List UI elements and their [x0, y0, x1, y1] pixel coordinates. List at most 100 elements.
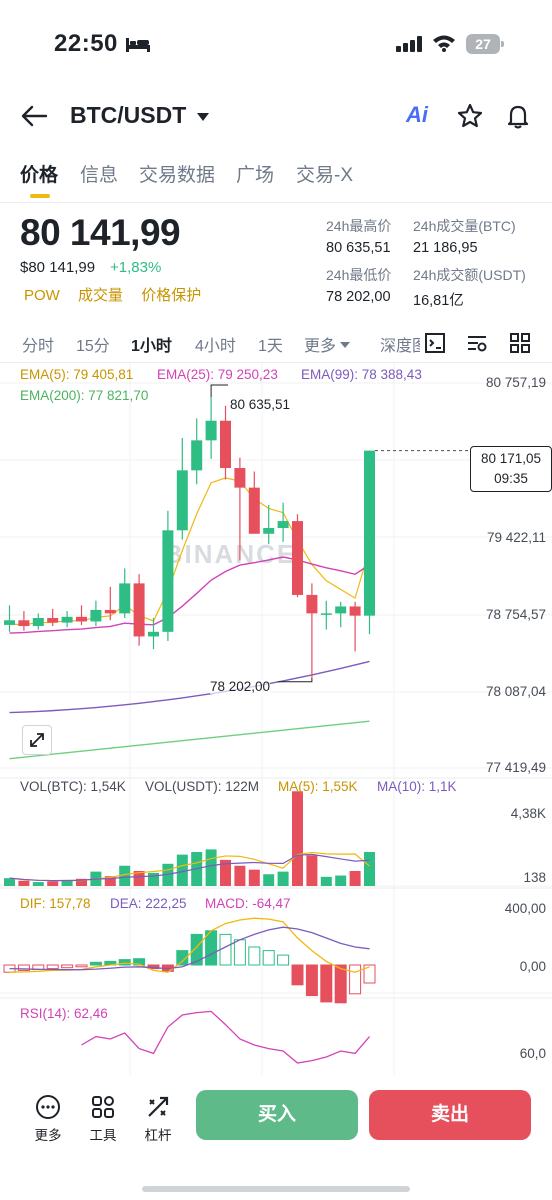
- expand-chart-button[interactable]: [22, 725, 52, 755]
- interval-timeline[interactable]: 分时: [22, 332, 54, 356]
- macd-bar: [219, 933, 232, 966]
- volume-bar: [234, 865, 246, 886]
- tag-pow[interactable]: POW: [24, 287, 60, 304]
- price-axis-tick: 78 754,57: [485, 607, 546, 622]
- buy-button[interactable]: 买入: [196, 1090, 358, 1140]
- volume-axis-tick: 4,38K: [510, 806, 546, 821]
- candle-body: [335, 606, 347, 614]
- tab-square[interactable]: 广场: [236, 160, 274, 187]
- rsi-axis-tick: 60,0: [519, 1046, 546, 1061]
- last-price: 80 141,99: [20, 212, 181, 253]
- price-axis-tick: 79 422,11: [486, 530, 546, 545]
- candle-body: [133, 583, 145, 637]
- pair-dropdown-caret-icon[interactable]: [196, 112, 210, 122]
- favorite-star-icon[interactable]: [456, 102, 484, 130]
- volume-bar: [148, 872, 159, 886]
- tag-volume[interactable]: 成交量: [78, 287, 123, 304]
- cellular-signal-icon: [396, 36, 422, 52]
- price-axis-tick: 80 757,19: [485, 375, 546, 390]
- leverage-icon: [148, 1096, 169, 1117]
- interval-1h[interactable]: 1小时: [131, 332, 172, 356]
- candle-body: [148, 631, 159, 637]
- interval-more[interactable]: 更多: [304, 332, 351, 356]
- layout-grid-icon[interactable]: [509, 332, 531, 354]
- notification-bell-icon[interactable]: [504, 102, 532, 130]
- tag-price-protection[interactable]: 价格保护: [141, 287, 201, 304]
- more-label: 更多: [34, 1128, 62, 1143]
- indicator-settings-icon[interactable]: [466, 332, 488, 354]
- dea-label: DEA: 222,25: [110, 896, 187, 911]
- stat-24h-volume-btc: 24h成交量(BTC) 21 186,95: [413, 216, 516, 256]
- stat-value: 21 186,95: [413, 240, 478, 256]
- leverage-button[interactable]: 杠杆: [136, 1094, 180, 1144]
- candle-body: [263, 528, 275, 534]
- dea-line: [9, 926, 370, 971]
- stat-24h-high: 24h最高价 80 635,51: [326, 216, 391, 256]
- sell-button[interactable]: 卖出: [369, 1090, 531, 1140]
- macd-bar: [89, 961, 102, 966]
- more-button[interactable]: 更多: [26, 1094, 70, 1144]
- current-price-tag: 80 171,05 09:35: [470, 446, 552, 492]
- candle-body: [277, 521, 289, 529]
- volume-bar: [4, 878, 15, 886]
- volume-bar: [32, 882, 44, 886]
- volume-bars: [4, 791, 375, 886]
- macd-bar: [75, 964, 88, 968]
- ema200-line: [9, 720, 370, 760]
- interval-4h[interactable]: 4小时: [195, 332, 236, 356]
- low-marker-label: 78 202,00: [210, 679, 271, 694]
- candle-body: [349, 606, 361, 616]
- interval-15m[interactable]: 15分: [76, 332, 110, 356]
- battery-level: 27: [466, 34, 500, 54]
- macd-bar: [349, 964, 362, 995]
- pair-title[interactable]: BTC/USDT: [70, 102, 186, 129]
- stat-value: 16,81亿: [413, 293, 464, 309]
- volume-bar: [263, 874, 275, 886]
- high-marker-label: 80 635,51: [230, 397, 291, 412]
- tab-trading-data[interactable]: 交易数据: [139, 160, 215, 187]
- more-dots-icon: [36, 1095, 60, 1119]
- macd-label: MACD: -64,47: [205, 896, 291, 911]
- volume-bar: [320, 876, 332, 886]
- macd-bar: [305, 964, 318, 997]
- sleep-focus-icon: [126, 38, 150, 52]
- volume-bar: [349, 870, 361, 886]
- tab-trade-x[interactable]: 交易-X: [296, 160, 353, 187]
- bottom-action-bar: 更多 工具 杠杆 买入 卖出: [0, 1076, 552, 1200]
- interval-1d[interactable]: 1天: [258, 332, 283, 356]
- stat-label: 24h成交额(USDT): [413, 267, 526, 283]
- vol-usdt-label: VOL(USDT): 122M: [145, 779, 260, 794]
- stat-24h-turnover-usdt: 24h成交额(USDT) 16,81亿: [413, 265, 526, 310]
- macd-bar: [291, 964, 304, 986]
- chart-fullscreen-icon[interactable]: [424, 332, 446, 354]
- ema200-label: EMA(200): 77 821,70: [20, 388, 149, 403]
- interval-bar: 分时 15分 1小时 4小时 1天 更多 深度图: [0, 326, 552, 360]
- macd-bar: [277, 954, 290, 966]
- volume-bar: [248, 869, 260, 886]
- stat-value: 78 202,00: [326, 289, 391, 305]
- tab-info[interactable]: 信息: [80, 160, 118, 187]
- chevron-down-icon: [340, 342, 351, 348]
- ai-assistant-icon[interactable]: Ai: [406, 102, 428, 128]
- candle-body: [18, 620, 30, 627]
- stat-label: 24h最高价: [326, 218, 392, 234]
- dif-label: DIF: 157,78: [20, 896, 91, 911]
- ema25-label: EMA(25): 79 250,23: [157, 367, 278, 382]
- back-arrow-icon[interactable]: [20, 104, 48, 128]
- price-tags: POW 成交量 价格保护: [24, 284, 215, 305]
- macd-histogram: [3, 930, 376, 1004]
- tools-button[interactable]: 工具: [81, 1094, 125, 1144]
- divider: [0, 202, 552, 203]
- leverage-label: 杠杆: [144, 1128, 172, 1143]
- stat-label: 24h成交量(BTC): [413, 218, 516, 234]
- candle-body: [32, 617, 44, 627]
- candle-body: [220, 420, 231, 469]
- tools-label: 工具: [89, 1128, 117, 1143]
- interval-depth[interactable]: 深度图: [380, 332, 420, 356]
- tabs: 价格 信息 交易数据 广场 交易-X: [0, 156, 552, 200]
- battery-icon: 27: [466, 34, 504, 54]
- candle-body: [4, 620, 15, 625]
- candle-body: [306, 594, 318, 614]
- tab-price[interactable]: 价格: [20, 160, 58, 187]
- macd-bar: [334, 964, 347, 1004]
